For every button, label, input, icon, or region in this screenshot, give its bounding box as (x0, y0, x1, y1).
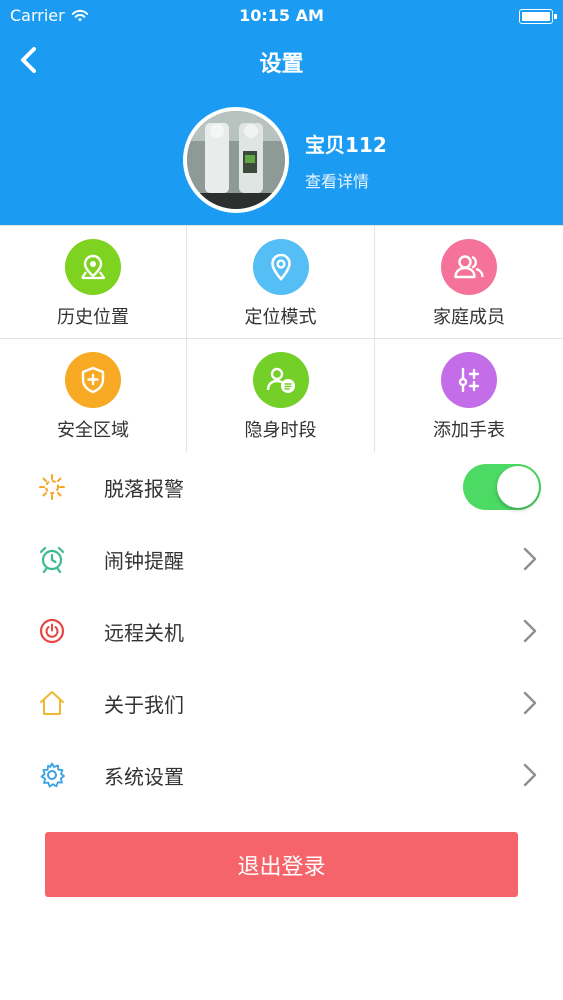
gear-icon (38, 761, 66, 789)
profile-text: 宝贝112 查看详情 (305, 129, 387, 192)
fall-alarm-toggle[interactable] (463, 464, 541, 510)
home-icon (38, 689, 66, 717)
grid-label: 添加手表 (433, 420, 505, 441)
list-item-label: 关于我们 (104, 692, 184, 717)
grid-item-location-mode[interactable]: 定位模式 (187, 226, 375, 339)
avatar[interactable] (183, 107, 289, 213)
feature-grid: 历史位置 定位模式 家庭成员 安全区域 隐身时段 添加手表 (0, 225, 563, 452)
settings-list: 脱落报警 闹钟提醒 远程关机 关于我们 系统设置 (0, 451, 563, 811)
list-item-about-us[interactable]: 关于我们 (0, 667, 563, 739)
users-icon (441, 239, 497, 295)
chevron-right-icon (523, 763, 537, 787)
list-item-label: 远程关机 (104, 620, 184, 645)
nav-bar: 设置 (0, 38, 563, 82)
profile-name: 宝贝112 (305, 132, 387, 157)
grid-label: 隐身时段 (244, 420, 317, 441)
grid-label: 定位模式 (244, 307, 317, 328)
shield-plus-icon (65, 352, 121, 408)
grid-item-safe-zone[interactable]: 安全区域 (0, 339, 187, 452)
power-icon (38, 617, 66, 645)
grid-label: 家庭成员 (433, 307, 505, 328)
location-pin-icon (252, 239, 309, 295)
grid-item-family-members[interactable]: 家庭成员 (375, 226, 563, 339)
map-pin-history-icon (65, 239, 121, 295)
chevron-right-icon (523, 547, 537, 571)
list-item-label: 脱落报警 (104, 476, 184, 501)
status-time: 10:15 AM (239, 6, 324, 25)
page-title: 设置 (259, 52, 304, 77)
alarm-clock-icon (38, 545, 66, 573)
list-item-label: 系统设置 (104, 764, 184, 789)
user-schedule-icon (252, 352, 309, 408)
grid-item-history-location[interactable]: 历史位置 (0, 226, 187, 339)
battery-icon (519, 9, 557, 24)
header: Carrier 10:15 AM 设置 宝贝112 查看详情 (0, 0, 563, 225)
add-watch-icon (441, 352, 497, 408)
chevron-right-icon (523, 691, 537, 715)
grid-item-hidden-period[interactable]: 隐身时段 (187, 339, 375, 452)
grid-item-add-watch[interactable]: 添加手表 (375, 339, 563, 452)
list-item-alarm-reminder[interactable]: 闹钟提醒 (0, 523, 563, 595)
list-item-label: 闹钟提醒 (104, 548, 184, 573)
list-item-remote-shutdown[interactable]: 远程关机 (0, 595, 563, 667)
list-item-fall-alarm: 脱落报警 (0, 451, 563, 523)
logout-button[interactable]: 退出登录 (45, 832, 518, 897)
grid-label: 历史位置 (57, 307, 129, 328)
list-item-system-settings[interactable]: 系统设置 (0, 739, 563, 811)
status-bar: Carrier 10:15 AM (0, 0, 563, 32)
toggle-knob (497, 466, 539, 508)
grid-label: 安全区域 (57, 420, 129, 441)
view-details-link[interactable]: 查看详情 (305, 168, 387, 192)
profile-card[interactable]: 宝贝112 查看详情 (183, 107, 387, 213)
chevron-right-icon (523, 619, 537, 643)
fall-alarm-icon (38, 473, 66, 501)
avatar-photo (187, 111, 285, 209)
